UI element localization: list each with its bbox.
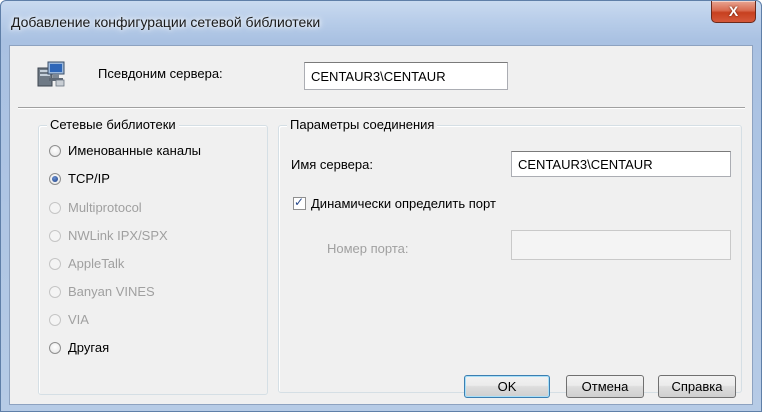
- radio-label: AppleTalk: [68, 256, 125, 271]
- radio-label: TCP/IP: [68, 171, 110, 186]
- port-number-label: Номер порта:: [327, 241, 409, 256]
- radio-label: Banyan VINES: [68, 284, 155, 299]
- help-button[interactable]: Справка: [658, 375, 736, 398]
- dynamic-port-label[interactable]: Динамически определить порт: [311, 196, 496, 211]
- server-alias-input[interactable]: CENTAUR3\CENTAUR: [304, 62, 508, 90]
- dynamic-port-checkbox[interactable]: ✓: [293, 195, 306, 210]
- radio-label: NWLink IPX/SPX: [68, 228, 168, 243]
- radio-button: [49, 230, 61, 242]
- radio-button[interactable]: [49, 173, 61, 185]
- radio-button: [49, 258, 61, 270]
- close-icon: X: [728, 3, 739, 19]
- radio-button: [49, 202, 61, 214]
- title-bar[interactable]: Добавление конфигурации сетевой библиоте…: [1, 1, 761, 45]
- checkmark-icon: ✓: [294, 195, 305, 209]
- server-name-input[interactable]: CENTAUR3\CENTAUR: [511, 151, 731, 177]
- dialog-window: Добавление конфигурации сетевой библиоте…: [0, 0, 762, 412]
- radio-button[interactable]: [49, 145, 61, 157]
- radio-label: Multiprotocol: [68, 200, 142, 215]
- network-libraries-title: Сетевые библиотеки: [47, 117, 179, 132]
- radio-label: VIA: [68, 312, 89, 327]
- server-name-label: Имя сервера:: [291, 157, 373, 172]
- network-libraries-group: Сетевые библиотеки Именованные каналы TC…: [38, 117, 268, 395]
- separator: [18, 107, 745, 109]
- radio-button: [49, 286, 61, 298]
- radio-button[interactable]: [49, 342, 61, 354]
- radio-label: Другая: [68, 340, 110, 355]
- ok-button[interactable]: OK: [464, 375, 550, 398]
- radio-button: [49, 314, 61, 326]
- close-button[interactable]: X: [711, 1, 756, 23]
- cancel-button[interactable]: Отмена: [566, 375, 644, 398]
- port-number-input: [511, 230, 731, 260]
- server-alias-label: Псевдоним сервера:: [98, 66, 223, 81]
- window-title: Добавление конфигурации сетевой библиоте…: [11, 14, 321, 30]
- radio-label: Именованные каналы: [68, 143, 201, 158]
- server-computer-icon: [37, 61, 65, 87]
- connection-parameters-group: Параметры соединения Имя сервера: CENTAU…: [278, 117, 742, 393]
- connection-parameters-title: Параметры соединения: [287, 117, 438, 132]
- dialog-client-area: Псевдоним сервера: CENTAUR3\CENTAUR Сете…: [9, 45, 753, 405]
